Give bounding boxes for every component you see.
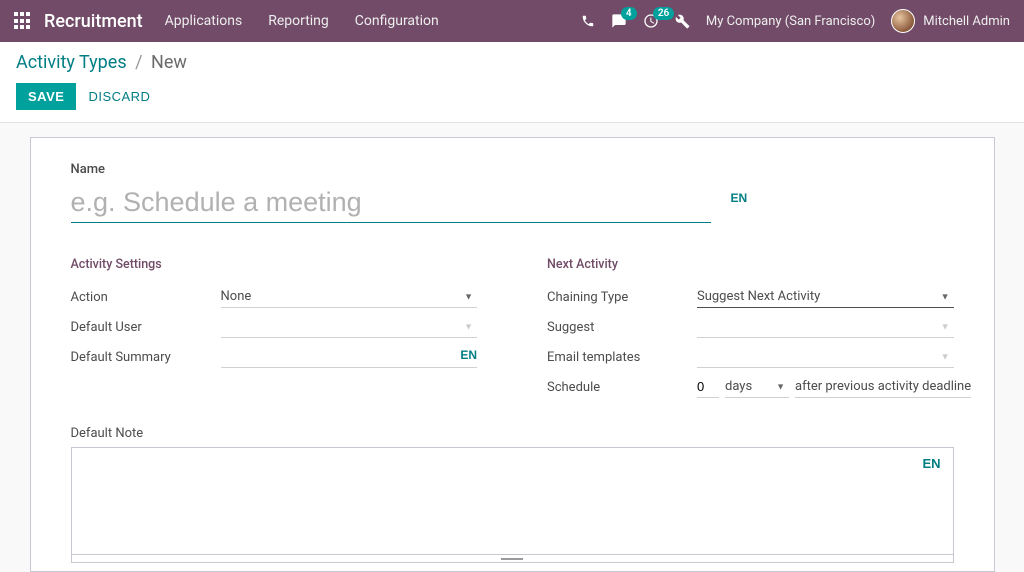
default-summary-lang-button[interactable]: EN bbox=[460, 348, 477, 362]
default-summary-input[interactable] bbox=[221, 346, 478, 368]
section-next-activity: Next Activity bbox=[547, 257, 954, 272]
chaining-type-select[interactable]: Suggest Next Activity bbox=[697, 286, 954, 308]
app-brand[interactable]: Recruitment bbox=[44, 11, 143, 32]
col-next-activity: Next Activity Chaining Type Suggest Next… bbox=[547, 257, 954, 404]
label-schedule: Schedule bbox=[547, 380, 697, 395]
messages-badge: 4 bbox=[621, 7, 637, 20]
schedule-number-input[interactable] bbox=[697, 376, 719, 398]
label-default-user: Default User bbox=[71, 320, 221, 335]
schedule-unit-select[interactable]: days bbox=[725, 376, 789, 398]
label-action: Action bbox=[71, 290, 221, 305]
activities-badge: 26 bbox=[653, 7, 674, 20]
phone-icon[interactable] bbox=[581, 14, 595, 28]
breadcrumb-current: New bbox=[151, 52, 187, 73]
avatar bbox=[891, 9, 915, 33]
name-label: Name bbox=[71, 162, 954, 177]
navbar: Recruitment Applications Reporting Confi… bbox=[0, 0, 1024, 42]
breadcrumb-sep: / bbox=[135, 52, 142, 73]
breadcrumb-parent[interactable]: Activity Types bbox=[16, 52, 127, 73]
name-input[interactable] bbox=[71, 181, 711, 223]
name-lang-button[interactable]: EN bbox=[731, 191, 748, 205]
nav-right: 4 26 My Company (San Francisco) Mitchell… bbox=[581, 9, 1010, 33]
nav-menu-reporting[interactable]: Reporting bbox=[268, 13, 329, 29]
col-activity-settings: Activity Settings Action None ▼ Default … bbox=[71, 257, 478, 404]
nav-menu-configuration[interactable]: Configuration bbox=[355, 13, 439, 29]
user-menu[interactable]: Mitchell Admin bbox=[891, 9, 1010, 33]
section-activity-settings: Activity Settings bbox=[71, 257, 478, 272]
breadcrumb: Activity Types / New bbox=[16, 52, 1008, 73]
form-container: Name EN Activity Settings Action None ▼ … bbox=[0, 123, 1024, 572]
debug-icon[interactable] bbox=[675, 14, 690, 29]
default-note-editor[interactable]: EN bbox=[71, 447, 954, 555]
form-sheet: Name EN Activity Settings Action None ▼ … bbox=[30, 137, 995, 572]
nav-menu-applications[interactable]: Applications bbox=[165, 13, 243, 29]
label-email-templates: Email templates bbox=[547, 350, 697, 365]
save-button[interactable]: SAVE bbox=[16, 83, 76, 110]
default-note-lang-button[interactable]: EN bbox=[922, 456, 940, 471]
discard-button[interactable]: DISCARD bbox=[88, 89, 150, 104]
label-default-note: Default Note bbox=[71, 426, 954, 441]
messages-icon[interactable]: 4 bbox=[611, 13, 627, 29]
label-suggest: Suggest bbox=[547, 320, 697, 335]
label-chaining-type: Chaining Type bbox=[547, 290, 697, 305]
schedule-basis-select[interactable]: after previous activity deadline bbox=[795, 376, 971, 398]
label-default-summary: Default Summary bbox=[71, 350, 221, 365]
default-user-select[interactable] bbox=[221, 316, 478, 338]
apps-icon[interactable] bbox=[14, 12, 32, 30]
user-name: Mitchell Admin bbox=[923, 14, 1010, 29]
control-panel: Activity Types / New SAVE DISCARD bbox=[0, 42, 1024, 123]
email-templates-select[interactable] bbox=[697, 346, 954, 368]
company-selector[interactable]: My Company (San Francisco) bbox=[706, 14, 875, 29]
activities-icon[interactable]: 26 bbox=[643, 13, 659, 29]
nav-menu: Applications Reporting Configuration bbox=[165, 13, 439, 29]
suggest-select[interactable] bbox=[697, 316, 954, 338]
cp-buttons: SAVE DISCARD bbox=[16, 83, 1008, 110]
action-select[interactable]: None bbox=[221, 286, 478, 308]
